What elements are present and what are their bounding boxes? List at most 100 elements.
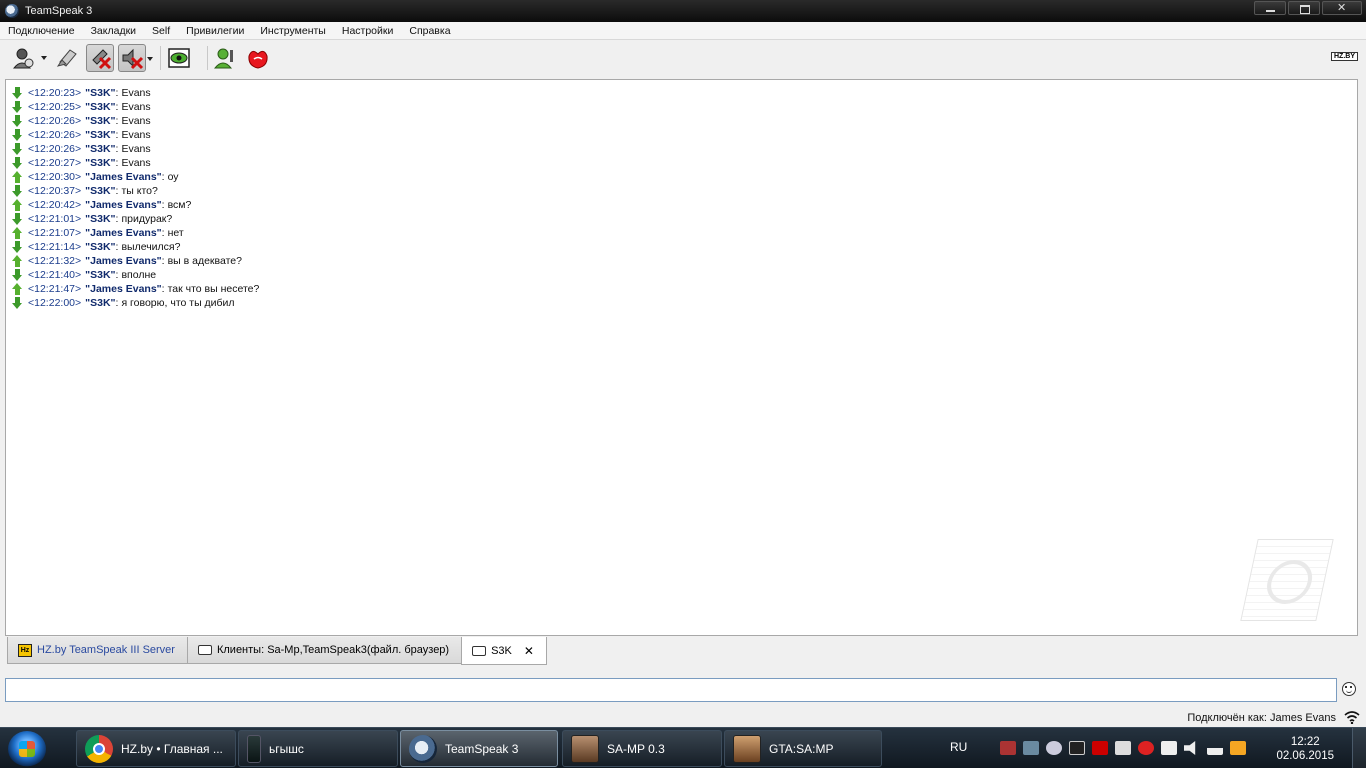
task-window[interactable]: ьгышс [238,730,398,767]
toolbar [0,40,1366,76]
task-gta[interactable]: GTA:SA:MP [724,730,882,767]
clipboard-icon[interactable] [1115,741,1131,755]
bookmarks-button[interactable] [54,44,82,72]
tray-app-icon[interactable] [1000,741,1016,755]
task-chrome[interactable]: HZ.by • Главная ... [76,730,236,767]
connect-dropdown-icon[interactable] [41,56,47,60]
message-separator: : [161,199,165,211]
signal-icon[interactable] [1207,741,1223,755]
mute-speakers-button[interactable] [118,44,153,72]
chrome-icon [85,734,113,763]
message-text: Evans [121,129,151,141]
minimize-button[interactable] [1254,1,1286,15]
message-separator: : [115,101,119,113]
message-separator: : [115,269,119,281]
message-sender[interactable]: "S3K" [85,184,115,198]
message-sender[interactable]: "James Evans" [85,282,162,296]
message-sender[interactable]: "S3K" [85,142,115,156]
message-timestamp: <12:20:37> [28,185,82,197]
message-sender[interactable]: "James Evans" [85,170,162,184]
mute-dropdown-icon[interactable] [147,57,153,61]
message-text: Evans [121,101,151,113]
mute-microphone-button[interactable] [86,44,114,72]
message-text: придурак? [121,213,173,225]
menu-self[interactable]: Self [152,25,170,37]
chat-message: <12:20:37> "S3K": ты кто? [12,184,1357,198]
message-sender[interactable]: "S3K" [85,128,115,142]
chat-message: <12:21:32> "James Evans": вы в адеквате? [12,254,1357,268]
settings-button[interactable] [244,44,272,72]
tray-tool-icon[interactable] [1161,741,1177,755]
emoticon-icon[interactable] [1342,682,1356,696]
tray-network-tool-icon[interactable] [1023,741,1039,755]
bookmark-icon [56,49,77,67]
message-sender[interactable]: "S3K" [85,212,115,226]
clock[interactable]: 12:22 02.06.2015 [1276,735,1334,763]
menu-connections[interactable]: Подключение [8,25,75,37]
connect-icon [12,48,34,69]
whisper-button[interactable] [212,44,240,72]
message-timestamp: <12:22:00> [28,297,82,309]
menu-bookmarks[interactable]: Закладки [91,25,136,37]
message-text: оу [167,171,179,183]
acrobat-icon[interactable] [1092,741,1108,755]
connection-icon [1344,711,1360,724]
close-tab-icon[interactable]: ✕ [524,644,534,658]
show-desktop-button[interactable] [1352,728,1366,768]
chat-message: <12:20:42> "James Evans": всм? [12,198,1357,212]
incoming-arrow-icon [12,101,23,113]
message-sender[interactable]: "S3K" [85,268,115,282]
incoming-arrow-icon [12,241,23,253]
message-sender[interactable]: "James Evans" [85,198,162,212]
settings-icon [248,50,268,69]
menu-permissions[interactable]: Привилегии [186,25,244,37]
chat-input-box [5,678,1337,702]
incoming-arrow-icon [12,213,23,225]
message-text: вполне [121,269,157,281]
message-sender[interactable]: "James Evans" [85,254,162,268]
message-separator: : [161,171,165,183]
message-sender[interactable]: "S3K" [85,240,115,254]
steam-icon[interactable] [1046,741,1062,755]
outgoing-arrow-icon [12,227,23,239]
record-icon[interactable] [1138,741,1154,755]
connection-status: Подключён как: James Evans [1187,712,1336,724]
tab-server[interactable]: Hz HZ.by TeamSpeak III Server [7,637,188,664]
menu-tools[interactable]: Инструменты [260,25,325,37]
message-sender[interactable]: "S3K" [85,86,115,100]
incoming-arrow-icon [12,269,23,281]
task-teamspeak[interactable]: TeamSpeak 3 [400,730,558,767]
maximize-button[interactable] [1288,1,1320,15]
samp-icon [571,734,599,763]
window-icon [247,734,261,763]
volume-icon[interactable] [1184,741,1196,755]
chat-message: <12:21:01> "S3K": придурак? [12,212,1357,226]
power-icon[interactable] [1230,741,1246,755]
message-text: вы в адеквате? [167,255,242,267]
message-sender[interactable]: "S3K" [85,100,115,114]
close-button[interactable] [1322,1,1362,15]
mute-microphone-icon [92,49,112,70]
away-button[interactable] [165,44,193,72]
chat-input[interactable] [6,679,1336,701]
start-button[interactable] [8,731,46,767]
tab-clients[interactable]: Клиенты: Sa-Mp,TeamSpeak3(файл. браузер) [186,637,463,664]
message-text: Evans [121,87,151,99]
gta-icon [733,734,761,763]
tab-private-s3k[interactable]: S3K ✕ [461,637,547,665]
message-sender[interactable]: "James Evans" [85,226,162,240]
message-text: ты кто? [121,185,158,197]
message-timestamp: <12:21:47> [28,283,82,295]
menu-help[interactable]: Справка [409,25,450,37]
chat-message: <12:20:30> "James Evans": оу [12,170,1357,184]
tray-counter-icon[interactable] [1069,741,1085,755]
message-sender[interactable]: "S3K" [85,156,115,170]
language-indicator[interactable]: RU [950,740,967,754]
outgoing-arrow-icon [12,199,23,211]
task-samp[interactable]: SA-MP 0.3 [562,730,722,767]
menu-settings[interactable]: Настройки [342,25,394,37]
connect-button[interactable] [10,44,47,72]
message-sender[interactable]: "S3K" [85,114,115,128]
message-sender[interactable]: "S3K" [85,296,115,310]
private-chat-icon [472,645,487,656]
